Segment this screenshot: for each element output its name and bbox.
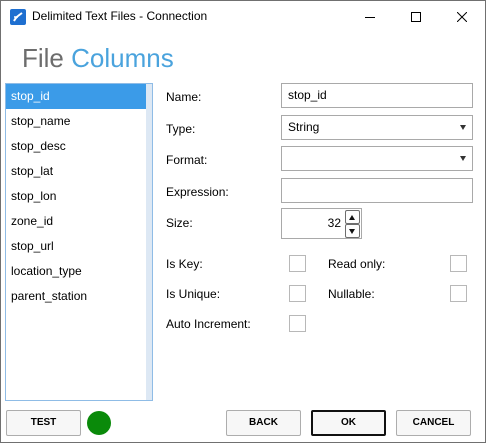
ok-button[interactable]: OK [311,410,386,436]
minimize-icon [365,16,375,18]
size-label: Size: [166,216,193,230]
type-select-value: String [288,120,320,134]
chevron-down-icon [460,156,466,161]
list-scrollbar[interactable] [146,84,152,400]
read-only-label: Read only: [328,257,386,271]
page-title-columns: Columns [71,43,174,73]
connection-status-indicator [87,411,111,435]
name-label: Name: [166,90,202,104]
auto-increment-label: Auto Increment: [166,317,251,331]
name-input[interactable]: stop_id [281,83,473,108]
is-key-label: Is Key: [166,257,203,271]
expression-input[interactable] [281,178,473,203]
maximize-button[interactable] [393,1,439,32]
cancel-button[interactable]: CANCEL [396,410,471,436]
is-unique-checkbox[interactable] [289,285,306,302]
list-item[interactable]: parent_station [6,284,152,309]
page-title: File Columns [22,43,174,74]
test-button[interactable]: TEST [6,410,81,436]
close-button[interactable] [439,1,485,32]
app-logo-icon [10,9,26,25]
maximize-icon [411,11,421,22]
title-bar[interactable]: Delimited Text Files - Connection [1,1,485,32]
expression-label: Expression: [166,185,229,199]
read-only-checkbox[interactable] [450,255,467,272]
list-item[interactable]: stop_id [6,84,152,109]
minimize-button[interactable] [347,1,393,32]
list-item[interactable]: stop_desc [6,134,152,159]
size-stepper[interactable]: 32 [281,208,362,239]
nullable-checkbox[interactable] [450,285,467,302]
size-value: 32 [327,216,341,230]
size-increment-button[interactable] [345,210,360,224]
columns-list[interactable]: stop_id stop_name stop_desc stop_lat sto… [5,83,153,401]
chevron-down-icon [460,125,466,130]
page-title-file: File [22,43,64,73]
list-item[interactable]: zone_id [6,209,152,234]
connection-window: Delimited Text Files - Connection File C… [0,0,486,443]
list-item[interactable]: stop_lon [6,184,152,209]
list-item[interactable]: stop_url [6,234,152,259]
nullable-label: Nullable: [328,287,375,301]
is-unique-label: Is Unique: [166,287,221,301]
list-item[interactable]: stop_lat [6,159,152,184]
back-button[interactable]: BACK [226,410,301,436]
type-label: Type: [166,122,196,136]
format-label: Format: [166,153,208,167]
chevron-down-icon [349,229,355,234]
close-icon [457,11,467,22]
chevron-up-icon [349,215,355,220]
list-item[interactable]: location_type [6,259,152,284]
is-key-checkbox[interactable] [289,255,306,272]
window-title: Delimited Text Files - Connection [32,9,208,23]
type-select[interactable]: String [281,115,473,140]
format-select[interactable] [281,146,473,171]
auto-increment-checkbox[interactable] [289,315,306,332]
size-decrement-button[interactable] [345,224,360,238]
list-item[interactable]: stop_name [6,109,152,134]
